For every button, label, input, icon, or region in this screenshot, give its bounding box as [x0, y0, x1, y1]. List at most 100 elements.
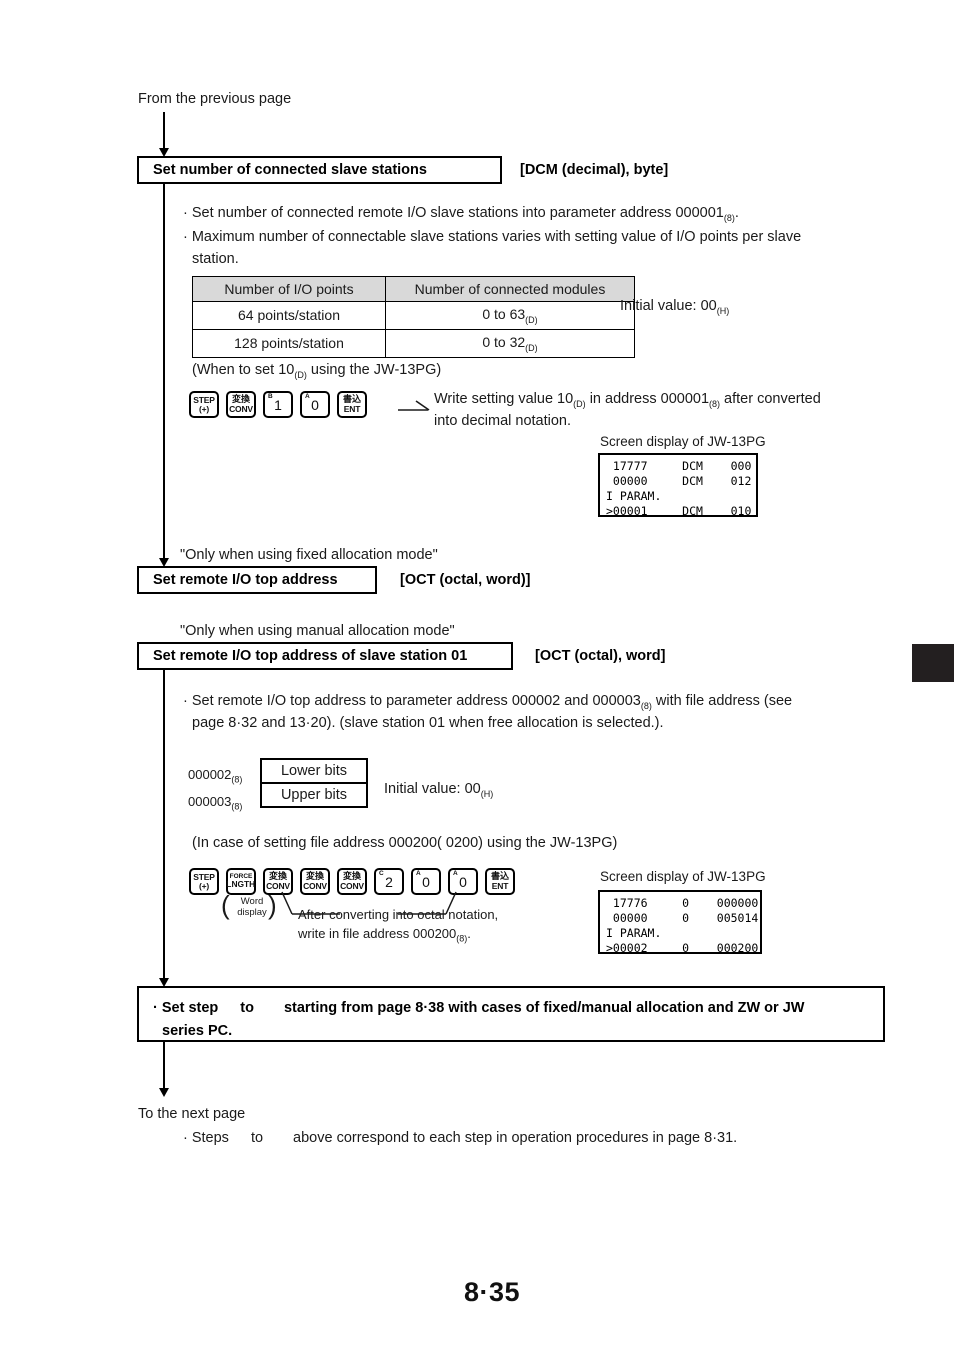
- section3-bullet-sub: (8): [640, 700, 652, 711]
- key-label-bottom: (+): [198, 404, 210, 414]
- key-sequence-1: STEP (+) 変換 CONV B 1 A 0 書込 ENT: [189, 391, 374, 418]
- manual-page: From the previous page Set number of con…: [0, 0, 954, 1351]
- table-row: 64 points/station 0 to 63(D): [192, 301, 635, 330]
- to-next-page-label: To the next page: [138, 1106, 246, 1122]
- key-label-jp: 変換: [342, 871, 361, 882]
- when-to-set-a: (When to set 10: [192, 362, 295, 378]
- step-box-1-label: Set number of connected slave stations: [153, 162, 427, 178]
- key-label-jp: 書込: [490, 871, 509, 882]
- key-corner-letter: A: [416, 870, 421, 877]
- octal-conversion-note-line1: After converting into octal notation,: [298, 907, 499, 922]
- step-box-1-tag: [DCM (decimal), byte]: [520, 162, 669, 178]
- key-label-jp: 書込: [342, 394, 361, 405]
- section1-when-to-set: (When to set 10(D) using the JW-13PG): [192, 360, 441, 386]
- key-label-bottom: (+): [198, 881, 210, 891]
- section1-bullet-1-period: .: [734, 205, 739, 221]
- thumb-index-tab: [912, 644, 954, 682]
- step-box-set-slave-stations: Set number of connected slave stations: [137, 156, 502, 184]
- screen-1-label: Screen display of JW-13PG: [600, 434, 766, 449]
- flow-arrow-4: [159, 1088, 169, 1097]
- table-header-io-points: Number of I/O points: [192, 276, 386, 302]
- section1-bullet-1-text: · Set number of connected remote I/O sla…: [183, 205, 724, 221]
- key-label-main: 0: [311, 396, 319, 413]
- io-points-table: Number of I/O points Number of connected…: [192, 276, 635, 358]
- section3-bullet-b: with file address (see: [651, 693, 793, 709]
- octal-conversion-note-line2: write in file address 000200(8).: [298, 924, 471, 949]
- section1-write-note-line2: into decimal notation.: [434, 413, 572, 429]
- final-note-box: · Set step to starting from page 8·38 with…: [137, 986, 885, 1042]
- final-note-line2: series PC.: [162, 1023, 233, 1039]
- annot-line2-a: write in file address 000200: [298, 926, 457, 941]
- section1-bullet-1-sub: (8): [723, 212, 735, 223]
- section3-bullet-a: · Set remote I/O top address to paramete…: [183, 693, 641, 709]
- bits-lower-cell: Lower bits: [280, 763, 348, 779]
- section3-case-note: (In case of setting file address 000200(…: [192, 835, 618, 851]
- key-corner-letter: B: [268, 393, 273, 400]
- table-header-row: Number of I/O points Number of connected…: [192, 276, 635, 302]
- step-box-2-tag: [OCT (octal, word)]: [400, 572, 531, 588]
- key-corner-letter: A: [453, 870, 458, 877]
- key-label-jp: 変換: [268, 871, 287, 882]
- word-display-brace-right: ): [268, 890, 277, 920]
- word-display-brace-left: (: [221, 890, 230, 920]
- table-row: 128 points/station 0 to 32(D): [192, 328, 635, 358]
- section1-initial-value: Initial value: 00(H): [620, 296, 729, 322]
- section3-initial-value: Initial value: 00(H): [384, 779, 493, 805]
- jw13pg-screen-2: 17776 0 000000 00000 0 005014 I PARAM. >…: [598, 890, 762, 955]
- final-note-a: · Set step: [153, 1000, 219, 1016]
- key-step-plus[interactable]: STEP (+): [189, 868, 219, 895]
- key-label-bottom: ENT: [343, 404, 361, 415]
- bits-upper-cell: Upper bits: [262, 782, 366, 806]
- annot-line2-b: .: [467, 926, 471, 941]
- key-corner-letter: A: [305, 393, 310, 400]
- key-ent[interactable]: 書込 ENT: [337, 391, 367, 418]
- initial-value-text: Initial value: 00: [384, 781, 481, 797]
- range-sub: (D): [525, 314, 538, 325]
- write-note-sub1: (D): [573, 398, 586, 409]
- section1-bullet-2-cont: station.: [192, 251, 239, 267]
- from-previous-page-label: From the previous page: [138, 91, 292, 107]
- word-display-line2: display: [237, 907, 267, 918]
- key-label-jp: 変換: [231, 394, 250, 405]
- addr-lower-main: 000002: [188, 767, 232, 782]
- key-ent[interactable]: 書込 ENT: [485, 868, 515, 895]
- footer-steps-note: · Steps to above correspond to each step i…: [183, 1128, 737, 1149]
- step-box-slave-station-01: Set remote I/O top address of slave stat…: [137, 642, 513, 670]
- key-force-length[interactable]: FORCE LNGTH: [226, 868, 256, 895]
- initial-value-sub: (H): [716, 305, 730, 316]
- page-number: 8·35: [464, 1277, 521, 1307]
- key-step-plus[interactable]: STEP (+): [189, 391, 219, 418]
- key-label-jp: 変換: [305, 871, 324, 882]
- flow-line-3: [163, 670, 165, 980]
- step-box-3-tag: [OCT (octal), word]: [535, 648, 666, 664]
- footer-steps-a: · Steps: [183, 1130, 229, 1146]
- section1-bullet-1: · Set number of connected remote I/O sla…: [183, 203, 739, 229]
- bits-box: Lower bits Upper bits: [260, 758, 368, 808]
- range-value: 0 to 63: [482, 306, 526, 322]
- key-label-top: STEP: [193, 871, 215, 882]
- key-conv[interactable]: 変換 CONV: [226, 391, 256, 418]
- write-note-c: after converted: [720, 391, 821, 407]
- key-label-bottom: ENT: [491, 881, 509, 892]
- table-cell-0-to-32: 0 to 32(D): [385, 328, 635, 358]
- addr-upper-sub: (8): [231, 801, 243, 812]
- key-label-main: 0: [459, 873, 467, 890]
- key-0[interactable]: A 0: [300, 391, 330, 418]
- fixed-allocation-note: "Only when using fixed allocation mode": [180, 547, 438, 563]
- section1-bullet-2: · Maximum number of connectable slave st…: [183, 229, 802, 245]
- table-cell-64-points: 64 points/station: [192, 301, 386, 330]
- write-note-b: in address 000001: [585, 391, 710, 407]
- key-corner-letter: C: [379, 870, 384, 877]
- range-sub: (D): [525, 342, 538, 353]
- word-display-annotation: Word display: [232, 896, 272, 918]
- screen-2-label: Screen display of JW-13PG: [600, 869, 766, 884]
- key-1[interactable]: B 1: [263, 391, 293, 418]
- word-display-line1: Word: [240, 896, 264, 907]
- final-note-c: starting from page 8·38 with cases of fi…: [283, 1000, 805, 1016]
- key-label-main: 2: [385, 873, 393, 890]
- final-note-b: to: [240, 1000, 254, 1016]
- addr-lower-sub: (8): [231, 774, 243, 785]
- step-box-2-label: Set remote I/O top address: [153, 572, 338, 588]
- table-header-connected-modules: Number of connected modules: [385, 276, 635, 302]
- right-arrow-icon: [398, 400, 430, 411]
